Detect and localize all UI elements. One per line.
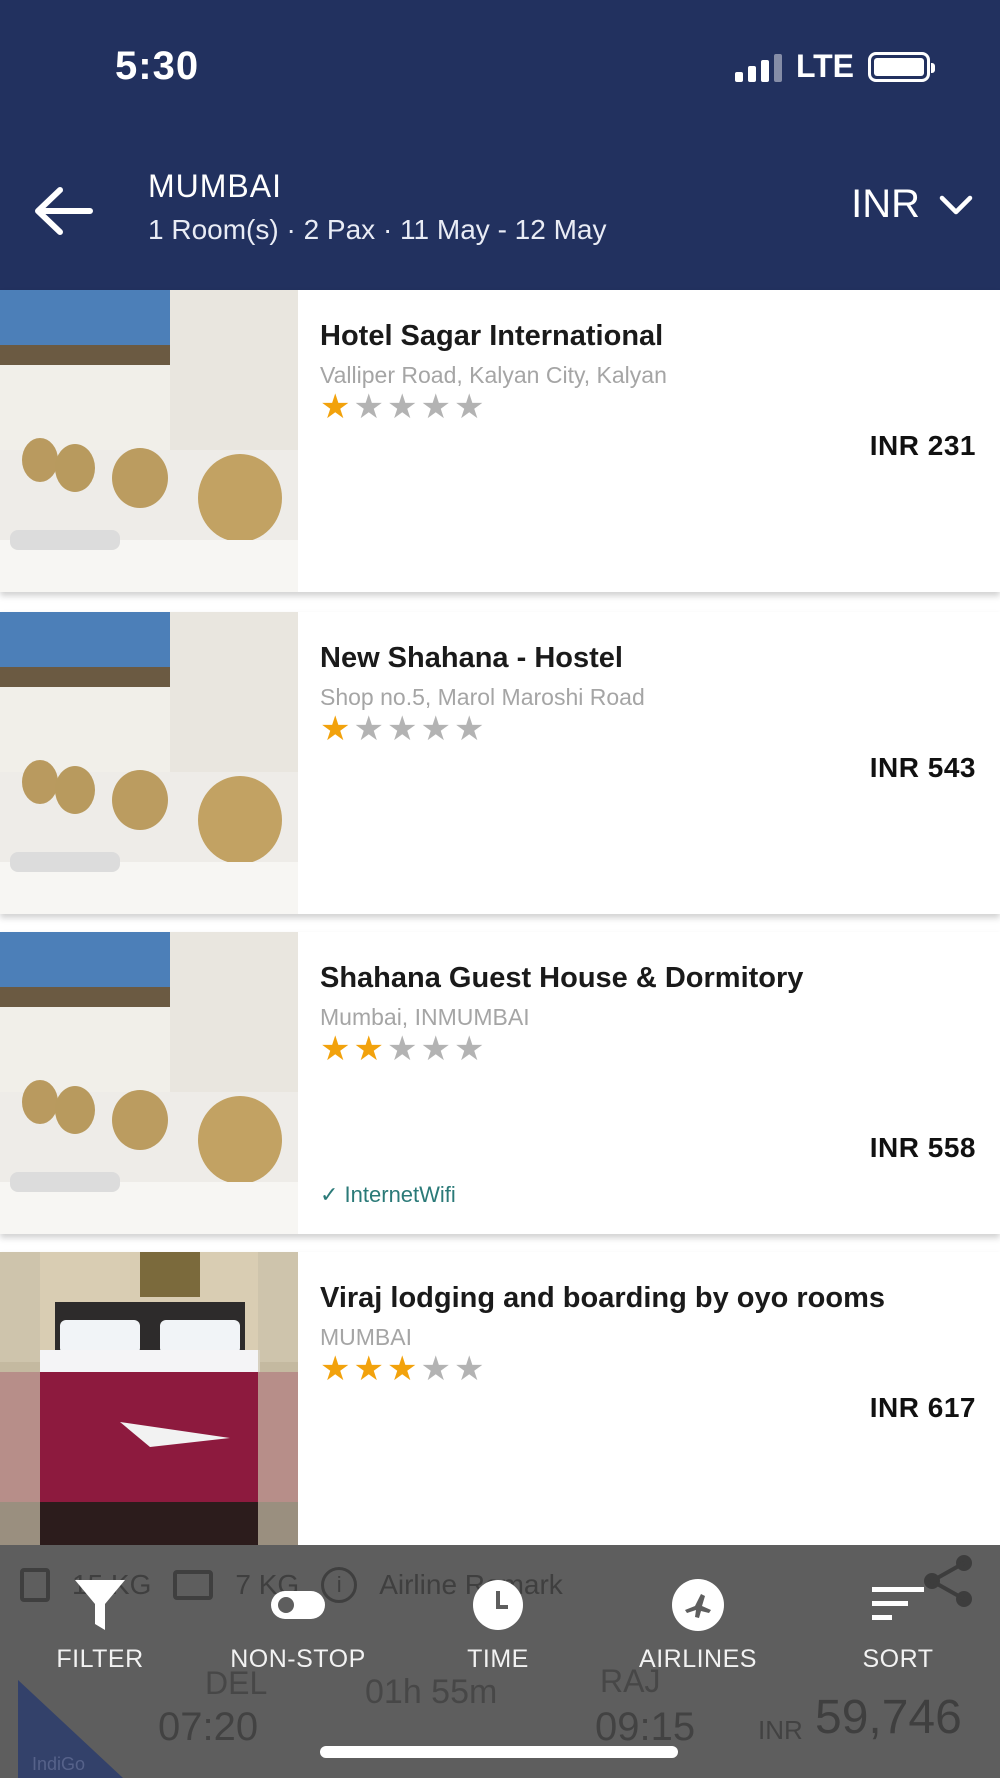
star-filled-icon: ★ [320, 1030, 351, 1068]
hotel-address: MUMBAI [320, 1324, 412, 1350]
status-time: 5:30 [115, 44, 200, 88]
svg-text:IndiGo: IndiGo [32, 1754, 85, 1774]
sort-icon [868, 1575, 928, 1635]
hotel-card[interactable]: Shahana Guest House & Dormitory Mumbai, … [0, 932, 1000, 1234]
star-empty-icon: ★ [386, 388, 418, 426]
hotel-name: New Shahana - Hostel [320, 642, 623, 674]
hotel-photo [0, 290, 298, 592]
hotel-name: Hotel Sagar International [320, 320, 664, 352]
hotel-photo [0, 932, 298, 1234]
filter-button[interactable]: FILTER [10, 1575, 190, 1674]
star-filled-icon: ★ [320, 1350, 351, 1388]
hotel-name: Shahana Guest House & Dormitory [320, 962, 804, 994]
star-empty-icon: ★ [386, 1030, 418, 1068]
star-empty-icon: ★ [420, 1350, 451, 1388]
search-city[interactable]: MUMBAI [148, 168, 282, 205]
chevron-down-icon [939, 195, 973, 214]
star-empty-icon: ★ [420, 710, 451, 748]
hotel-price: INR 543 [869, 752, 976, 783]
signal-icon [734, 52, 782, 82]
clock-icon [468, 1575, 528, 1635]
time-label: TIME [467, 1645, 529, 1673]
star-empty-icon: ★ [386, 710, 418, 748]
app-header: 5:30 LTE MUMBAI 1 Room(s) · 2 Pax · 11 M… [0, 0, 1000, 290]
sort-label: SORT [862, 1645, 934, 1673]
price-currency: INR [758, 1715, 803, 1745]
non-stop-label: NON-STOP [230, 1645, 366, 1673]
hotel-card[interactable]: New Shahana - Hostel Shop no.5, Marol Ma… [0, 612, 1000, 914]
hotel-card[interactable]: Viraj lodging and boarding by oyo rooms … [0, 1252, 1000, 1546]
star-empty-icon: ★ [453, 1350, 485, 1388]
filter-icon [70, 1575, 130, 1635]
star-rating: ★ ★ ★ ★ ★ [320, 1352, 484, 1386]
star-filled-icon: ★ [386, 1350, 418, 1388]
airlines-label: AIRLINES [639, 1645, 757, 1673]
back-arrow-icon[interactable] [30, 178, 96, 244]
non-stop-button[interactable]: NON-STOP [208, 1575, 388, 1674]
hotel-price: INR 558 [869, 1132, 976, 1163]
toggle-icon [268, 1575, 328, 1635]
battery-icon [868, 51, 935, 82]
star-rating: ★ ★ ★ ★ ★ [320, 1032, 484, 1066]
airlines-button[interactable]: AIRLINES [608, 1575, 788, 1674]
star-empty-icon: ★ [420, 388, 451, 426]
hotel-photo [0, 1252, 298, 1546]
time-button[interactable]: TIME [408, 1575, 588, 1674]
hotel-address: Shop no.5, Marol Maroshi Road [320, 684, 645, 710]
star-empty-icon: ★ [453, 1030, 485, 1068]
star-empty-icon: ★ [353, 388, 384, 426]
home-indicator[interactable] [320, 1746, 678, 1758]
currency-selector[interactable]: INR [851, 182, 974, 227]
hotel-address: Valliper Road, Kalyan City, Kalyan [320, 362, 667, 388]
status-bar-right: LTE [734, 48, 935, 85]
star-empty-icon: ★ [453, 388, 485, 426]
star-filled-icon: ★ [320, 710, 351, 748]
search-summary[interactable]: 1 Room(s) · 2 Pax · 11 May - 12 May [148, 214, 607, 246]
star-filled-icon: ★ [353, 1350, 384, 1388]
star-empty-icon: ★ [353, 710, 384, 748]
hotel-photo [0, 612, 298, 914]
star-rating: ★ ★ ★ ★ ★ [320, 390, 484, 424]
currency-label: INR [851, 182, 920, 226]
airplane-icon [668, 1575, 728, 1635]
hotel-price: INR 617 [869, 1392, 976, 1423]
filter-label: FILTER [56, 1645, 144, 1673]
star-rating: ★ ★ ★ ★ ★ [320, 712, 484, 746]
bottom-toolbar: FILTER NON-STOP TIME AIRLINES SORT [0, 1545, 1000, 1715]
star-filled-icon: ★ [320, 388, 351, 426]
hotel-name: Viraj lodging and boarding by oyo rooms [320, 1282, 886, 1314]
network-label: LTE [795, 48, 854, 84]
star-empty-icon: ★ [420, 1030, 451, 1068]
sort-button[interactable]: SORT [808, 1575, 988, 1674]
hotel-card[interactable]: Hotel Sagar International Valliper Road,… [0, 290, 1000, 592]
hotel-address: Mumbai, INMUMBAI [320, 1004, 530, 1030]
hotel-price: INR 231 [869, 430, 976, 461]
star-filled-icon: ★ [353, 1030, 384, 1068]
star-empty-icon: ★ [453, 710, 485, 748]
amenity-wifi: ✓ InternetWifi [320, 1182, 456, 1207]
